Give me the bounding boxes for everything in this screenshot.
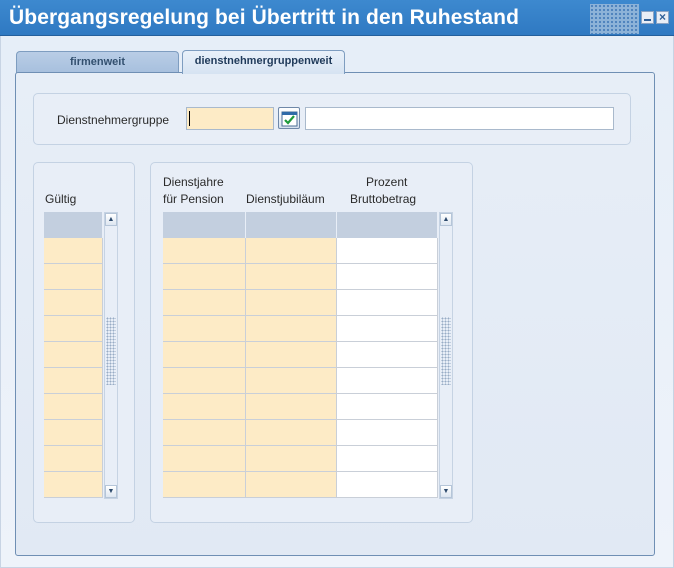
dienstjahre-cell[interactable] — [163, 238, 246, 264]
dienstjubilaeum-cell[interactable] — [246, 368, 337, 394]
text-cursor — [189, 111, 190, 126]
dienstjahre-header-line2: für Pension — [163, 192, 224, 206]
dienstjahre-cell[interactable] — [163, 394, 246, 420]
dienstjubilaeum-cell[interactable] — [246, 342, 337, 368]
gueltig-cell[interactable] — [44, 316, 103, 342]
scroll-down-button[interactable]: ▼ — [105, 485, 117, 498]
gueltig-cell[interactable] — [44, 472, 103, 498]
prozent-bruttobetrag-cell[interactable] — [337, 446, 438, 472]
scroll-thumb[interactable] — [441, 317, 451, 385]
prozent-bruttobetrag-cell[interactable] — [337, 342, 438, 368]
prozent-bruttobetrag-cell[interactable] — [337, 316, 438, 342]
title-bar: Übergangsregelung bei Übertritt in den R… — [0, 0, 674, 36]
scroll-down-button[interactable]: ▼ — [440, 485, 452, 498]
dienstjubilaeum-cell[interactable] — [246, 472, 337, 498]
pension-column-header — [163, 212, 246, 238]
prozent-bruttobetrag-cell[interactable] — [337, 420, 438, 446]
prozent-bruttobetrag-cell[interactable] — [337, 264, 438, 290]
dienstjahre-cell[interactable] — [163, 316, 246, 342]
dienstjahre-cell[interactable] — [163, 368, 246, 394]
scroll-up-button[interactable]: ▲ — [440, 213, 452, 226]
gueltig-cell[interactable] — [44, 446, 103, 472]
gueltig-column-header — [44, 212, 103, 238]
gueltig-scrollbar[interactable]: ▲ ▼ — [104, 212, 118, 499]
pension-scrollbar[interactable]: ▲ ▼ — [439, 212, 453, 499]
gueltig-cell[interactable] — [44, 420, 103, 446]
prozent-header-line2: Bruttobetrag — [350, 192, 417, 206]
dienstjubilaeum-header: Dienstjubiläum — [246, 192, 325, 206]
tab-firmenweit[interactable]: firmenweit — [16, 51, 179, 74]
dienstnehmergruppe-label: Dienstnehmergruppe — [57, 113, 170, 127]
gueltig-cell[interactable] — [44, 368, 103, 394]
dienstjahre-cell[interactable] — [163, 472, 246, 498]
prozent-bruttobetrag-cell[interactable] — [337, 368, 438, 394]
dienstjubilaeum-cell[interactable] — [246, 238, 337, 264]
window-title: Übergangsregelung bei Übertritt in den R… — [9, 6, 520, 29]
dienstjahre-cell[interactable] — [163, 342, 246, 368]
gueltig-cell[interactable] — [44, 290, 103, 316]
lov-button[interactable] — [278, 107, 300, 129]
pension-column-header — [337, 212, 438, 238]
prozent-bruttobetrag-cell[interactable] — [337, 394, 438, 420]
gueltig-cell[interactable] — [44, 264, 103, 290]
close-button[interactable]: × — [656, 11, 669, 24]
dienstjubilaeum-cell[interactable] — [246, 290, 337, 316]
gueltig-cell[interactable] — [44, 394, 103, 420]
prozent-bruttobetrag-cell[interactable] — [337, 238, 438, 264]
dienstjubilaeum-cell[interactable] — [246, 420, 337, 446]
pension-column-header — [246, 212, 337, 238]
dienstjahre-cell[interactable] — [163, 290, 246, 316]
prozent-bruttobetrag-cell[interactable] — [337, 472, 438, 498]
tab-dienstnehmergruppenweit[interactable]: dienstnehmergruppenweit — [182, 50, 345, 74]
dienstjahre-cell[interactable] — [163, 420, 246, 446]
dienstjubilaeum-cell[interactable] — [246, 394, 337, 420]
dienstjubilaeum-cell[interactable] — [246, 316, 337, 342]
minimize-button[interactable] — [641, 11, 654, 24]
prozent-header-line1: Prozent — [366, 175, 408, 189]
scroll-thumb[interactable] — [106, 317, 116, 385]
dienstnehmergruppe-description — [305, 107, 614, 130]
dienstjubilaeum-cell[interactable] — [246, 264, 337, 290]
dienstjubilaeum-cell[interactable] — [246, 446, 337, 472]
title-bar-grip[interactable] — [590, 4, 639, 34]
dienstjahre-header-line1: Dienstjahre — [163, 175, 224, 189]
scroll-up-button[interactable]: ▲ — [105, 213, 117, 226]
dienstnehmergruppe-input[interactable] — [186, 107, 274, 130]
gueltig-cell[interactable] — [44, 342, 103, 368]
dienstjahre-cell[interactable] — [163, 446, 246, 472]
calendar-check-icon — [281, 111, 298, 127]
dienstjahre-cell[interactable] — [163, 264, 246, 290]
gueltig-header: Gültig — [45, 192, 77, 206]
gueltig-cell[interactable] — [44, 238, 103, 264]
prozent-bruttobetrag-cell[interactable] — [337, 290, 438, 316]
